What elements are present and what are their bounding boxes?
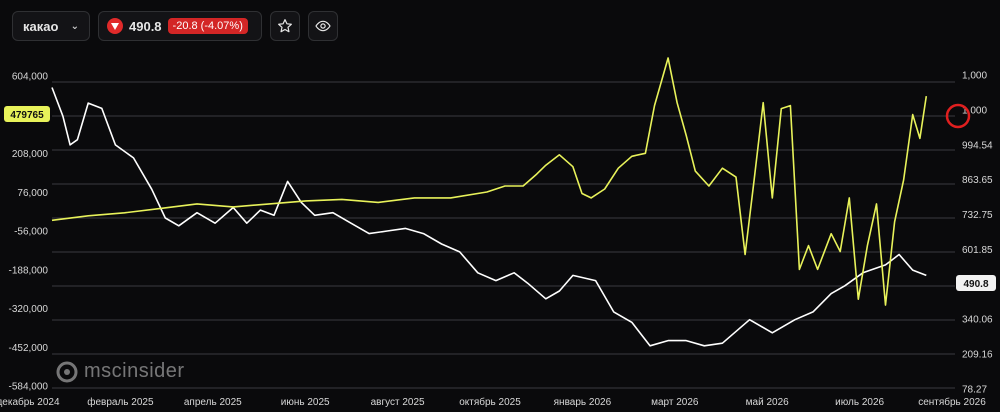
price-chart: 604,000340,000208,00076,000-56,000-188,0…	[0, 57, 996, 408]
x-axis: декабрь 2024 февраль 2025 апрель 2025 июнь …	[0, 396, 986, 408]
yellow-series-line	[51, 57, 928, 306]
right-axis: 1,0001,000994.54863.65732.75601.85470.96…	[962, 71, 993, 396]
watermark-text: mscinsider	[84, 360, 185, 382]
brand-logo-icon	[56, 361, 78, 382]
right-tick-label: 601.85	[962, 245, 993, 256]
watermark: mscinsider	[56, 360, 185, 383]
x-tick-label: июнь 2025	[281, 397, 330, 408]
x-tick-label: январь 2026	[554, 397, 612, 408]
right-current-label: 490.8	[963, 279, 988, 290]
left-tick-label: 208,000	[12, 149, 49, 160]
series-lines	[51, 57, 928, 347]
right-tick-label: 863.65	[962, 175, 993, 186]
x-tick-label: май 2026	[746, 397, 789, 408]
right-tick-label: 994.54	[962, 140, 993, 151]
x-tick-label: февраль 2025	[87, 396, 154, 408]
left-tick-label: -188,000	[9, 265, 49, 276]
x-tick-label: август 2025	[371, 397, 425, 408]
left-current-marker: 479765	[4, 106, 50, 122]
left-tick-label: 604,000	[12, 72, 49, 83]
left-tick-label: -56,000	[14, 227, 48, 238]
white-series-line	[51, 87, 927, 347]
grid-lines	[52, 81, 955, 389]
right-tick-label: 340.06	[962, 315, 993, 326]
x-tick-label: октябрь 2025	[459, 396, 521, 408]
x-tick-label: март 2026	[651, 397, 699, 408]
x-tick-label: сентябрь 2026	[918, 396, 986, 408]
left-tick-label: -320,000	[9, 304, 49, 315]
left-tick-label: -452,000	[9, 343, 49, 354]
x-tick-label: декабрь 2024	[0, 396, 60, 408]
right-tick-label: 78.27	[962, 385, 987, 396]
left-tick-label: -584,000	[9, 382, 49, 393]
left-tick-label: 76,000	[17, 188, 48, 199]
left-current-label: 479765	[10, 110, 44, 121]
right-tick-label: 209.16	[962, 350, 993, 361]
x-tick-label: июль 2026	[835, 397, 884, 408]
x-tick-label: апрель 2025	[184, 397, 242, 408]
right-tick-label: 1,000	[962, 71, 987, 82]
right-current-marker: 490.8	[956, 275, 996, 291]
right-tick-label: 732.75	[962, 210, 993, 221]
